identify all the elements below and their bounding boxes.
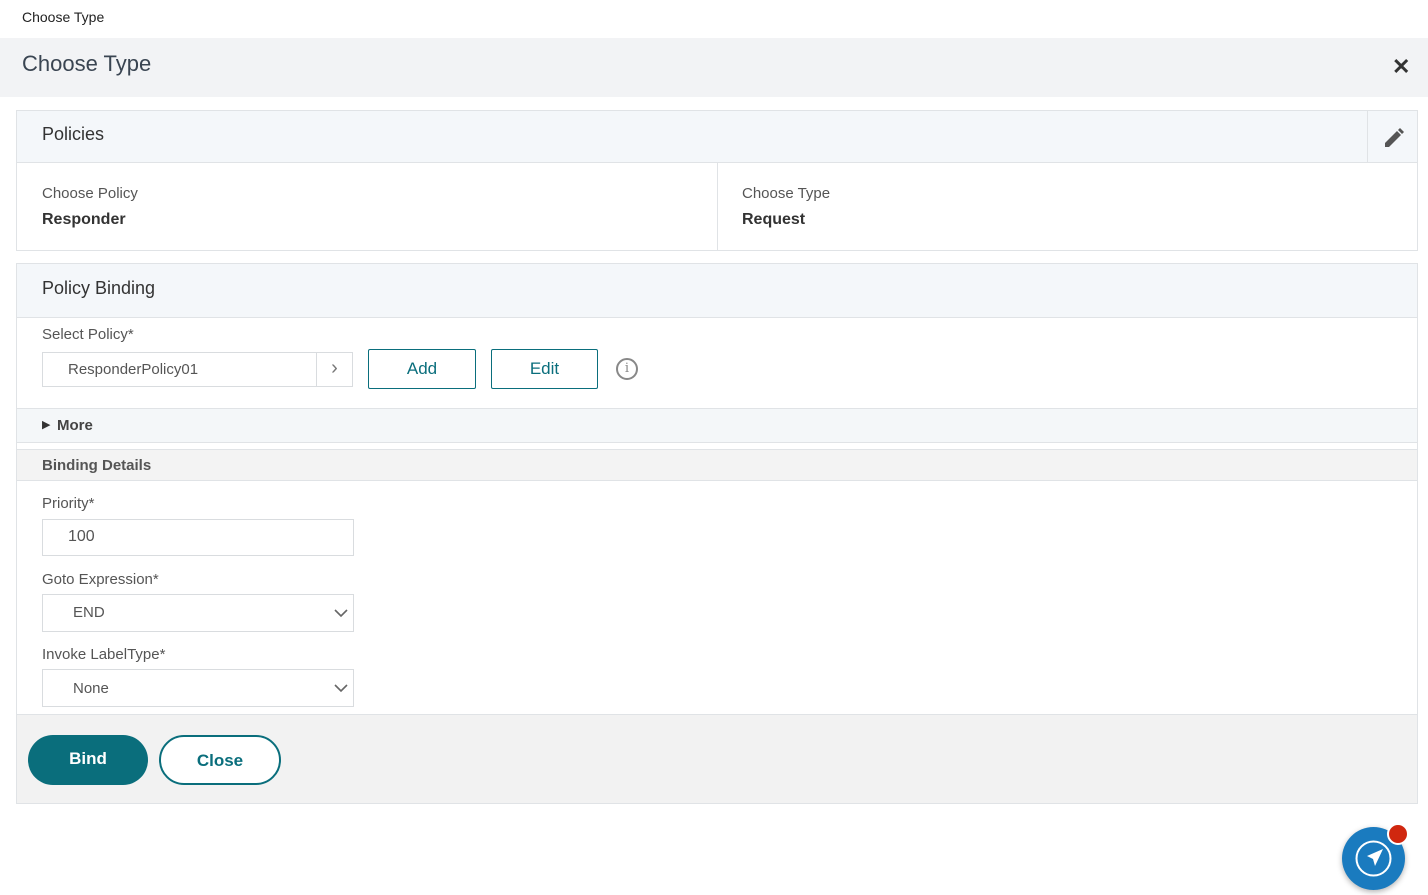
bind-button[interactable]: Bind [28, 735, 148, 785]
close-icon[interactable]: ✕ [1392, 54, 1410, 80]
close-button[interactable]: Close [159, 735, 281, 785]
policies-panel: Policies Choose Policy Responder Choose … [16, 110, 1418, 251]
choose-type-label: Choose Type [742, 185, 831, 202]
caret-right-icon: ▶ [42, 419, 51, 431]
select-policy-input[interactable]: ResponderPolicy01 › [42, 352, 353, 387]
dialog-header [0, 38, 1428, 97]
edit-button[interactable]: Edit [491, 349, 598, 389]
choose-type-value: Request [742, 211, 806, 228]
chevron-down-icon [334, 684, 348, 693]
choose-policy-label: Choose Policy [42, 185, 138, 202]
breadcrumb: Choose Type [22, 9, 105, 25]
select-policy-value: ResponderPolicy01 [68, 361, 199, 378]
policy-binding-panel: Policy Binding Select Policy* ResponderP… [16, 263, 1418, 804]
notification-badge [1387, 823, 1409, 845]
choose-policy-value: Responder [42, 211, 126, 228]
policies-title: Policies [42, 124, 105, 144]
policy-binding-title: Policy Binding [42, 278, 156, 298]
invoke-labeltype-label: Invoke LabelType* [42, 646, 166, 663]
more-label: More [57, 417, 93, 434]
binding-details-title: Binding Details [42, 457, 152, 474]
info-icon[interactable]: i [616, 358, 638, 380]
chevron-right-icon[interactable]: › [316, 353, 352, 386]
binding-details-header: Binding Details [17, 449, 1417, 481]
edit-policies-button[interactable] [1367, 111, 1417, 163]
invoke-labeltype-value: None [73, 680, 109, 697]
page-title: Choose Type [22, 51, 152, 76]
goto-expression-label: Goto Expression* [42, 571, 159, 588]
dialog-footer: Bind Close [17, 714, 1417, 803]
priority-input[interactable]: 100 [42, 519, 354, 556]
invoke-labeltype-select[interactable]: None [42, 669, 354, 707]
chevron-down-icon [334, 609, 348, 618]
pencil-icon [1385, 128, 1404, 147]
more-toggle[interactable]: ▶ More [17, 408, 1417, 443]
add-button[interactable]: Add [368, 349, 476, 389]
goto-expression-select[interactable]: END [42, 594, 354, 632]
priority-label: Priority* [42, 495, 95, 512]
select-policy-label: Select Policy* [42, 326, 134, 343]
goto-expression-value: END [73, 604, 105, 621]
